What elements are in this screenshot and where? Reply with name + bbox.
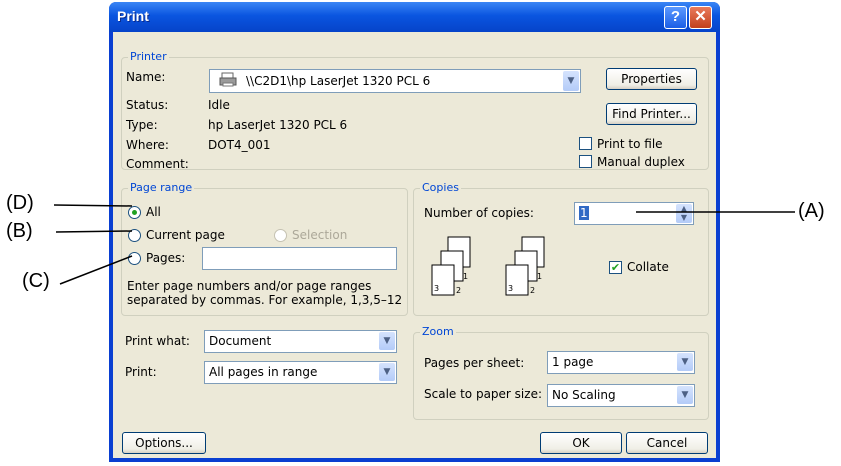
annotation-line-d	[53, 204, 133, 207]
annotation-a: (A)	[798, 200, 825, 222]
annotation-line-c	[59, 255, 133, 285]
annotation-d: (D)	[6, 192, 34, 214]
annotation-c: (C)	[22, 270, 50, 292]
annotation-line-b	[55, 230, 133, 233]
annotation-b: (B)	[6, 220, 33, 242]
annotation-lines	[53, 204, 795, 285]
